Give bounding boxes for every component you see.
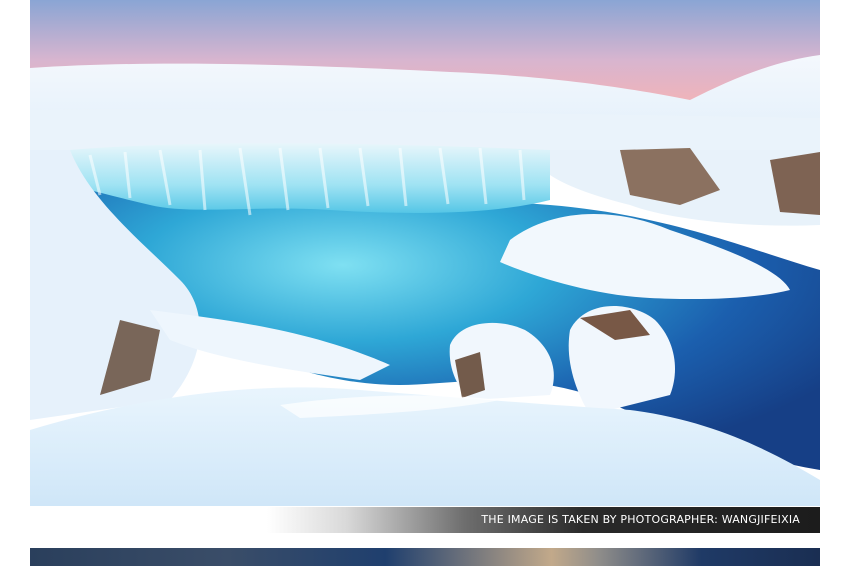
boulder-left-rock [455, 352, 485, 398]
waterfall-scene [30, 0, 820, 506]
waterfall-photo [30, 0, 820, 506]
next-photo-preview [30, 548, 820, 566]
photographer-credit: THE IMAGE IS TAKEN BY PHOTOGRAPHER: WANG… [481, 513, 800, 526]
photo-caption-bar: THE IMAGE IS TAKEN BY PHOTOGRAPHER: WANG… [30, 507, 820, 533]
frozen-waterfall [70, 143, 550, 213]
